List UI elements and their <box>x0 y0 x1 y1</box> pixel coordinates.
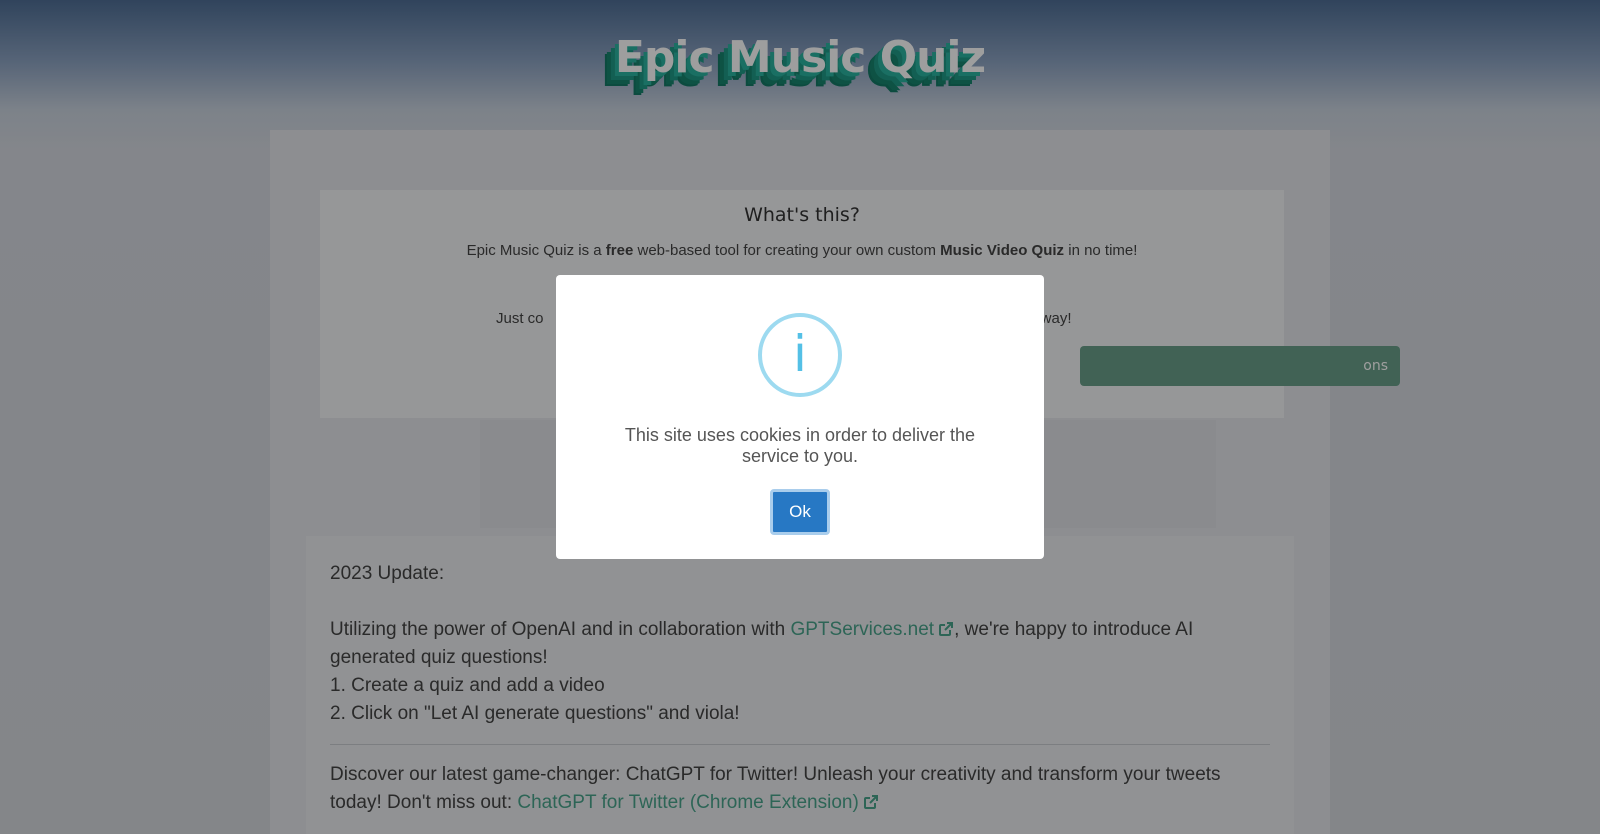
cookie-dialog: i This site uses cookies in order to del… <box>556 275 1044 559</box>
cookie-message: This site uses cookies in order to deliv… <box>624 425 976 466</box>
ok-button[interactable]: Ok <box>770 489 830 535</box>
info-icon: i <box>758 313 842 397</box>
